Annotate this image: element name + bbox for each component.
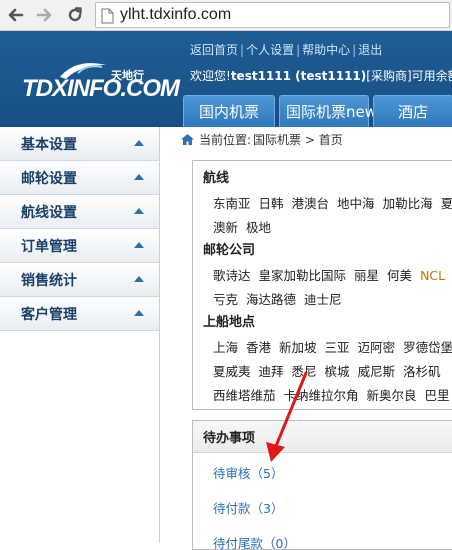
tab-domestic-flights[interactable]: 国内机票 (183, 95, 275, 127)
route-link[interactable]: 日韩 (259, 196, 284, 211)
breadcrumb-path[interactable]: 国际机票 > 首页 (253, 131, 343, 148)
link-help-center[interactable]: 帮助中心 (302, 43, 350, 57)
user-name: test1111 (test1111) (230, 69, 367, 83)
port-link[interactable]: 迈阿密 (358, 340, 396, 355)
cruise-company-link[interactable]: 何美 (387, 268, 412, 283)
port-link[interactable]: 西维塔维茄 (213, 388, 276, 403)
main-tabs: 国内机票 国际机票new 酒店 (183, 95, 452, 127)
sidebar-item-label: 客户管理 (21, 306, 77, 323)
port-link[interactable]: 洛杉矶 (403, 364, 441, 379)
cruise-company-link[interactable]: 亏克 (213, 292, 238, 307)
category-panel: 航线 东南亚 日韩 港澳台 地中海 加勒比海夏 澳新 极地 邮轮公司 歌诗达 皇家加勒比国际… (192, 160, 452, 410)
todo-pending-review[interactable]: 待审核（5） (213, 463, 283, 482)
route-link[interactable]: 加勒比海 (383, 196, 433, 211)
cruise-company-link[interactable]: NCL (420, 268, 445, 283)
sidebar-item-label: 基本设置 (21, 136, 77, 153)
forward-arrow-icon[interactable] (34, 4, 56, 26)
welcome-line: 欢迎您!test1111 (test1111)[采购商]可用余额: (190, 67, 452, 84)
home-icon (181, 134, 194, 145)
top-links: 返回首页 | 个人设置 | 帮助中心 | 退出 (190, 43, 383, 57)
sidebar-item-route-settings[interactable]: 航线设置 (0, 195, 159, 229)
tab-international-flights[interactable]: 国际机票new (279, 95, 377, 127)
browser-toolbar: ylht.tdxinfo.com (0, 0, 452, 31)
page-icon (101, 8, 114, 24)
back-arrow-icon[interactable] (4, 4, 26, 26)
collapse-arrow-icon (134, 174, 144, 180)
link-home[interactable]: 返回首页 (190, 43, 238, 57)
collapse-arrow-icon (134, 276, 144, 282)
cruise-company-link[interactable]: 丽星 (354, 268, 379, 283)
sidebar-item-label: 航线设置 (21, 204, 77, 221)
collapse-arrow-icon (134, 242, 144, 248)
port-link[interactable]: 新奥尔良 (367, 388, 417, 403)
port-link[interactable]: 巴里 (425, 388, 450, 403)
balance-label: 可用余额: (411, 69, 452, 83)
breadcrumb: 当前位置: 国际机票 > 首页 (180, 131, 343, 148)
welcome-prefix: 欢迎您! (190, 69, 231, 83)
todo-title: 待办事项 (193, 421, 452, 453)
url-text: ylht.tdxinfo.com (120, 6, 232, 23)
collapse-arrow-icon (134, 208, 144, 214)
route-link[interactable]: 港澳台 (292, 196, 330, 211)
port-link[interactable]: 夏威夷 (213, 364, 251, 379)
port-link[interactable]: 新加坡 (279, 340, 317, 355)
port-link[interactable]: 悉尼 (292, 364, 317, 379)
site-header: 天地行 TDXINFO.COM 返回首页 | 个人设置 | 帮助中心 | 退出 欢迎您!te… (0, 31, 452, 127)
sidebar-item-customer-management[interactable]: 客户管理 (0, 297, 159, 331)
breadcrumb-prefix: 当前位置: (199, 133, 252, 147)
sidebar-item-order-management[interactable]: 订单管理 (0, 229, 159, 263)
port-link[interactable]: 三亚 (325, 340, 350, 355)
cruise-companies-row-1: 歌诗达 皇家加勒比国际 丽星 何美 NCL (213, 265, 452, 284)
cruise-company-link[interactable]: 皇家加勒比国际 (259, 268, 347, 283)
sidebar-item-label: 邮轮设置 (21, 170, 77, 187)
port-link[interactable]: 罗德岱堡 (403, 340, 452, 355)
route-link[interactable]: 澳新 (213, 220, 238, 235)
cruise-companies-row-2: 亏克 海达路德 迪士尼 (213, 289, 350, 308)
user-role: [采购商] (366, 69, 412, 83)
sidebar-item-sales-statistics[interactable]: 销售统计 (0, 263, 159, 297)
routes-row-1: 东南亚 日韩 港澳台 地中海 加勒比海夏 (213, 193, 452, 212)
route-link[interactable]: 东南亚 (213, 196, 251, 211)
routes-title: 航线 (203, 171, 230, 186)
ports-row-2: 夏威夷 迪拜 悉尼 槟城 威尼斯 洛杉矶 (213, 361, 449, 380)
logo-text: TDXINFO.COM (22, 75, 180, 102)
port-link[interactable]: 威尼斯 (358, 364, 396, 379)
cruise-company-link[interactable]: 歌诗达 (213, 268, 251, 283)
sidebar-item-cruise-settings[interactable]: 邮轮设置 (0, 161, 159, 195)
cruise-company-link[interactable]: 海达路德 (246, 292, 296, 307)
todo-panel: 待办事项 待审核（5） 待付款（3） 待付尾款（0） (192, 420, 452, 550)
route-link[interactable]: 地中海 (337, 196, 375, 211)
sidebar-item-basic-settings[interactable]: 基本设置 (0, 127, 159, 161)
address-bar[interactable]: ylht.tdxinfo.com (95, 2, 450, 28)
port-link[interactable]: 迪拜 (259, 364, 284, 379)
route-link[interactable]: 夏 (441, 196, 452, 211)
tab-hotel[interactable]: 酒店 (373, 95, 452, 127)
routes-row-2: 澳新 极地 (213, 217, 279, 236)
port-link[interactable]: 上海 (213, 340, 238, 355)
collapse-arrow-icon (134, 140, 144, 146)
collapse-arrow-icon (134, 310, 144, 316)
sidebar-item-label: 订单管理 (21, 238, 77, 255)
todo-pending-balance[interactable]: 待付尾款（0） (213, 533, 296, 549)
port-link[interactable]: 卡纳维拉尔角 (284, 388, 359, 403)
link-personal-settings[interactable]: 个人设置 (246, 43, 294, 57)
port-link[interactable]: 槟城 (325, 364, 350, 379)
sidebar-item-label: 销售统计 (21, 272, 77, 289)
site-logo[interactable]: 天地行 TDXINFO.COM (18, 59, 180, 103)
ports-title: 上船地点 (203, 315, 256, 330)
port-link[interactable]: 香港 (246, 340, 271, 355)
ports-row-1: 上海 香港 新加坡 三亚 迈阿密 罗德岱堡 (213, 337, 452, 356)
cruise-company-link[interactable]: 迪士尼 (304, 292, 342, 307)
sidebar: 基本设置 邮轮设置 航线设置 订单管理 销售统计 客户管理 (0, 127, 160, 543)
cruise-companies-title: 邮轮公司 (203, 243, 256, 258)
todo-pending-payment[interactable]: 待付款（3） (213, 498, 283, 517)
link-logout[interactable]: 退出 (358, 43, 382, 57)
route-link[interactable]: 极地 (246, 220, 271, 235)
ports-row-3: 西维塔维茄 卡纳维拉尔角 新奥尔良 巴里 (213, 385, 452, 404)
reload-icon[interactable] (64, 4, 86, 26)
